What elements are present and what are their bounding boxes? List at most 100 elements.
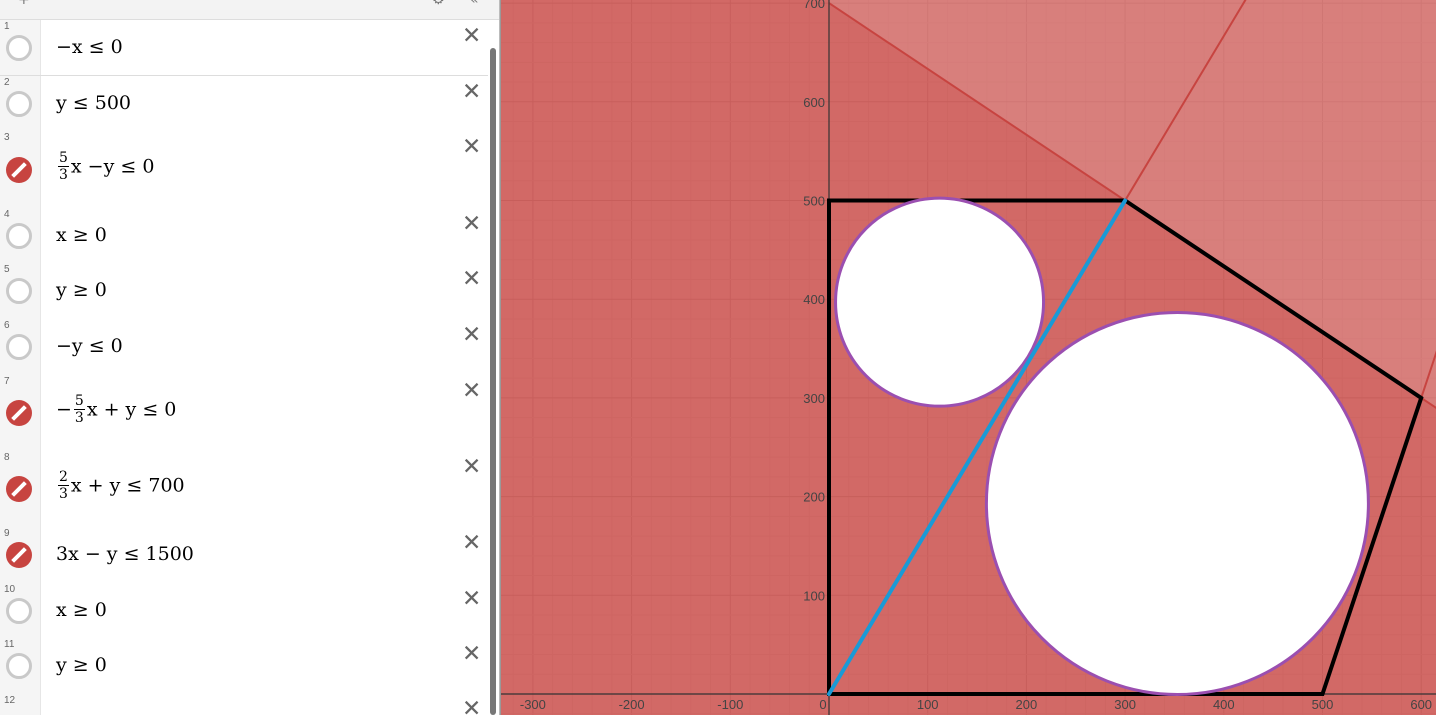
expression-list-header: + ⚙ «	[0, 0, 499, 20]
expression-row[interactable]: 9 3x − y ≤ 1500 ✕	[0, 527, 488, 584]
delete-expression-icon[interactable]: ✕	[462, 455, 481, 479]
expression-gutter: 8	[0, 451, 41, 527]
shaded-graph-toggle-icon[interactable]	[6, 476, 32, 502]
expression-row[interactable]: 2 y ≤ 500 ✕	[0, 76, 488, 132]
x-tick-label: 300	[1114, 697, 1136, 712]
x-tick-label: -300	[520, 697, 546, 712]
expression-gutter: 7	[0, 375, 41, 451]
expression-number: 1	[4, 21, 10, 32]
expression-row[interactable]: 12 ✕	[0, 694, 488, 715]
expression-suffix: x −y ≤ 0	[71, 155, 155, 177]
x-tick-label: 600	[1410, 697, 1432, 712]
expression-gutter: 6	[0, 319, 41, 375]
expression-row[interactable]: 3 53x −y ≤ 0 ✕	[0, 131, 488, 209]
y-tick-label: 700	[803, 0, 825, 11]
hidden-graph-toggle-icon[interactable]	[6, 35, 32, 61]
expression-gutter: 1	[0, 20, 41, 75]
hidden-graph-toggle-icon[interactable]	[6, 223, 32, 249]
x-tick-label: 0	[819, 697, 826, 712]
hidden-graph-toggle-icon[interactable]	[6, 598, 32, 624]
expression-row[interactable]: 4 x ≥ 0 ✕	[0, 208, 488, 264]
fraction-numerator: 2	[58, 469, 69, 486]
delete-expression-icon[interactable]: ✕	[462, 80, 481, 104]
y-tick-label: 400	[803, 292, 825, 307]
fraction-numerator: 5	[74, 393, 85, 410]
x-tick-label: -200	[619, 697, 645, 712]
y-tick-label: 600	[803, 95, 825, 110]
expression-row[interactable]: 11 y ≥ 0 ✕	[0, 638, 488, 695]
settings-gear-icon[interactable]: ⚙	[432, 0, 445, 8]
expression-gutter: 10	[0, 583, 41, 638]
small-circle	[836, 198, 1044, 406]
graph-canvas[interactable]: -300 -200 -100 0 100 200 300 400 500 600 100 200 300…	[501, 0, 1436, 715]
expression-number: 3	[4, 132, 10, 143]
expression-row[interactable]: 1 −x ≤ 0 ✕	[0, 20, 488, 76]
fraction-numerator: 5	[58, 150, 69, 167]
delete-expression-icon[interactable]: ✕	[462, 697, 481, 715]
expression-list-scrollbar[interactable]	[490, 48, 496, 715]
expression-row[interactable]: 6 −y ≤ 0 ✕	[0, 319, 488, 376]
graph-paper[interactable]: -300 -200 -100 0 100 200 300 400 500 600 100 200 300…	[500, 0, 1436, 715]
y-tick-label: 300	[803, 391, 825, 406]
expression-gutter: 4	[0, 208, 41, 263]
expression-gutter: 9	[0, 527, 41, 583]
expression-input[interactable]: y ≥ 0	[56, 654, 107, 676]
expression-suffix: x + y ≤ 700	[71, 475, 185, 497]
expression-input[interactable]: −x ≤ 0	[56, 36, 123, 58]
delete-expression-icon[interactable]: ✕	[462, 587, 481, 611]
expression-number: 5	[4, 264, 10, 275]
delete-expression-icon[interactable]: ✕	[462, 642, 481, 666]
expression-input[interactable]: 53x −y ≤ 0	[56, 150, 154, 183]
delete-expression-icon[interactable]: ✕	[462, 267, 481, 291]
expression-number: 12	[4, 695, 15, 706]
delete-expression-icon[interactable]: ✕	[462, 379, 481, 403]
x-tick-label: 100	[917, 697, 939, 712]
expression-row[interactable]: 823x + y ≤ 700✕	[0, 451, 488, 528]
hidden-graph-toggle-icon[interactable]	[6, 278, 32, 304]
expression-number: 11	[4, 639, 14, 650]
expression-suffix: x + y ≤ 0	[87, 399, 177, 421]
expression-input[interactable]: 3x − y ≤ 1500	[56, 543, 194, 565]
shaded-graph-toggle-icon[interactable]	[6, 157, 32, 183]
delete-expression-icon[interactable]: ✕	[462, 212, 481, 236]
expression-number: 6	[4, 320, 10, 331]
x-tick-label: 500	[1312, 697, 1334, 712]
expression-gutter: 3	[0, 131, 41, 208]
expression-input[interactable]: −53x + y ≤ 0	[56, 393, 176, 426]
expression-row[interactable]: 7 −53x + y ≤ 0 ✕	[0, 375, 488, 452]
delete-expression-icon[interactable]: ✕	[462, 323, 481, 347]
shaded-graph-toggle-icon[interactable]	[6, 400, 32, 426]
expression-input[interactable]: y ≤ 500	[56, 92, 131, 114]
collapse-list-icon[interactable]: «	[470, 0, 479, 8]
expression-gutter: 11	[0, 638, 41, 694]
shaded-graph-toggle-icon[interactable]	[6, 542, 32, 568]
expression-input[interactable]: 23x + y ≤ 700	[56, 469, 185, 502]
expression-row[interactable]: 5 y ≥ 0 ✕	[0, 263, 488, 320]
expression-row[interactable]: 10 x ≥ 0 ✕	[0, 583, 488, 639]
expression-input[interactable]: y ≥ 0	[56, 279, 107, 301]
fraction-denominator: 3	[58, 486, 69, 502]
x-tick-label: 200	[1016, 697, 1038, 712]
large-circle	[986, 313, 1368, 695]
expression-input[interactable]: x ≥ 0	[56, 599, 107, 621]
y-tick-label: 200	[803, 490, 825, 505]
delete-expression-icon[interactable]: ✕	[462, 24, 481, 48]
hidden-graph-toggle-icon[interactable]	[6, 91, 32, 117]
fraction: 53	[58, 150, 69, 183]
expression-input[interactable]: −y ≤ 0	[56, 335, 123, 357]
expression-input[interactable]: x ≥ 0	[56, 224, 107, 246]
delete-expression-icon[interactable]: ✕	[462, 135, 481, 159]
expression-number: 2	[4, 77, 10, 88]
expression-number: 9	[4, 528, 10, 539]
expression-number: 4	[4, 209, 10, 220]
expression-number: 7	[4, 376, 10, 387]
add-expression-icon[interactable]: +	[18, 0, 30, 8]
x-tick-label: -100	[717, 697, 743, 712]
y-tick-label: 100	[803, 588, 825, 603]
y-tick-label: 500	[803, 194, 825, 209]
fraction: 23	[58, 469, 69, 502]
expression-prefix: −	[56, 399, 72, 421]
hidden-graph-toggle-icon[interactable]	[6, 653, 32, 679]
hidden-graph-toggle-icon[interactable]	[6, 334, 32, 360]
delete-expression-icon[interactable]: ✕	[462, 531, 481, 555]
